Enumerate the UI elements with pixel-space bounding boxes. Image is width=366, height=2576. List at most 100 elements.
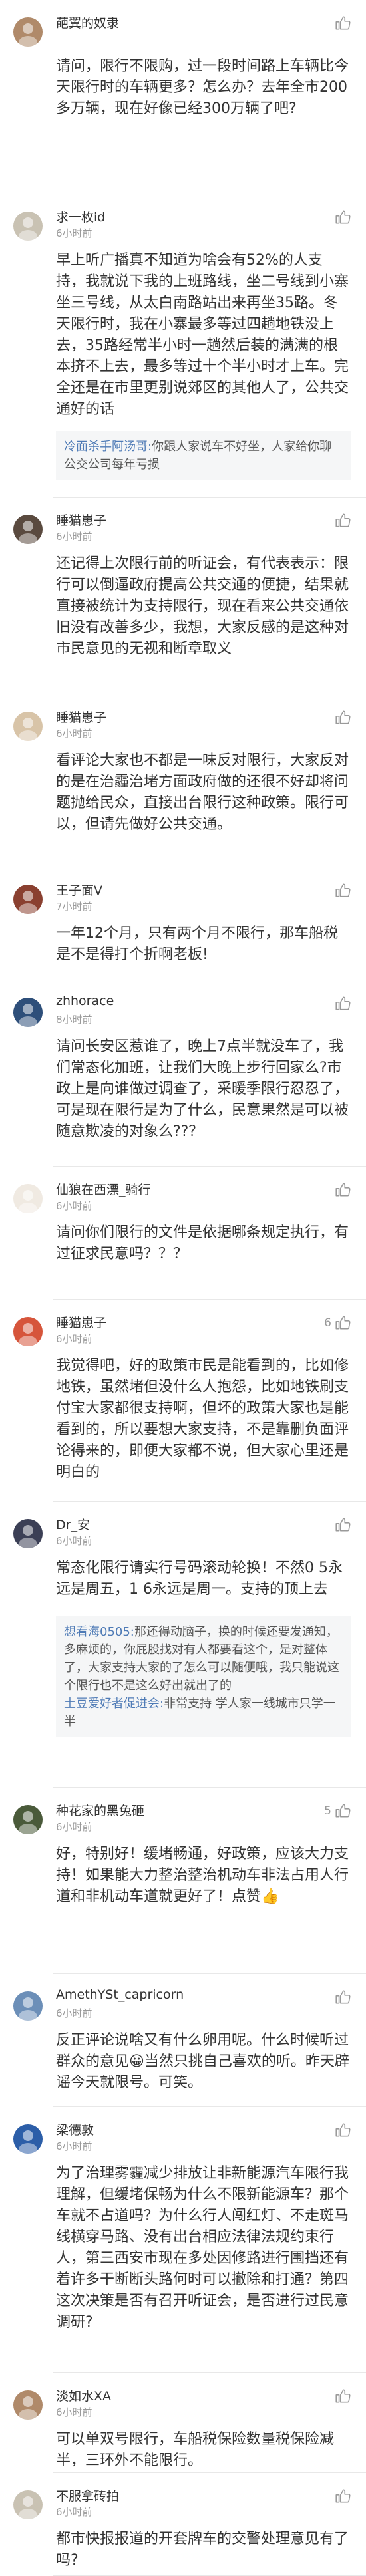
- like-button[interactable]: [331, 15, 351, 32]
- comment-item: 睡猫崽子 6小时前 看评论大家也不都是一味反对限行，大家反对的是在治霾治堵方面政府做…: [0, 694, 366, 867]
- comment-username[interactable]: AmethYSt_capricorn: [56, 1987, 184, 2002]
- avatar[interactable]: [13, 1805, 43, 1834]
- like-button[interactable]: [331, 2488, 351, 2505]
- comment-username[interactable]: Dr_安: [56, 1515, 90, 1533]
- avatar[interactable]: [13, 885, 43, 914]
- reply-box[interactable]: 冷面杀手阿汤哥:你跟人家说车不好坐，人家给你聊公交公司每年亏损: [56, 431, 351, 480]
- thumbs-up-icon: [334, 1802, 351, 1820]
- comment-item: 睡猫崽子 6小时前 还记得上次限行前的听证会，有代表表示：限行可以倒逼政府提高公共交…: [0, 498, 366, 694]
- avatar[interactable]: [13, 2390, 43, 2420]
- comment-username[interactable]: 不服拿砖拍: [56, 2486, 119, 2504]
- comment-time: 7小时前: [56, 901, 92, 913]
- comment-text: 一年12个月，只有两个月不限行，那车船税是不是得打个折啊老板!: [56, 925, 338, 963]
- comment-item: 仙狼在西漂_骑行 6小时前请问你们限行的文件是依据哪条规定执行，有过征求民意吗？？…: [0, 1167, 366, 1300]
- comment-username[interactable]: 睡猫崽子: [56, 511, 106, 529]
- comment-time: 8小时前: [56, 1014, 92, 1026]
- comment-item: AmethYSt_capricorn 6小时前反正评论说啥又有什么卵用呢。什么时候…: [0, 1974, 366, 2107]
- avatar[interactable]: [13, 712, 43, 741]
- comment-text: 反正评论说啥又有什么卵用呢。什么时候听过群众的意见😀当然只挑自己喜欢的听。昨天辟…: [56, 2032, 349, 2091]
- comment-username[interactable]: zhhorace: [56, 994, 114, 1008]
- comment-time: 6小时前: [56, 2007, 92, 2019]
- comment-username[interactable]: 王子面V: [56, 881, 102, 899]
- comment-username[interactable]: 梁德敦: [56, 2120, 94, 2138]
- comment-item: 葩翼的奴隶请问，限行不限购，过一段时间路上车辆比今天限行时的车辆更多？怎么办？去…: [0, 0, 366, 194]
- comment-time: 6小时前: [56, 2406, 92, 2418]
- like-button[interactable]: [331, 2122, 351, 2139]
- comment-username[interactable]: 求一枚id: [56, 208, 105, 225]
- like-button[interactable]: [331, 709, 351, 726]
- comment-time: 6小时前: [56, 2140, 92, 2152]
- thumbs-up-icon: [334, 2388, 351, 2405]
- thumbs-up-icon: [334, 1516, 351, 1534]
- like-button[interactable]: [331, 995, 351, 1012]
- reply-username[interactable]: 冷面杀手阿汤哥:: [64, 440, 152, 454]
- comment-time: 6小时前: [56, 1200, 92, 1212]
- reply-item: 土豆爱好者促进会:非常支持 学人家一线城市只学一半: [64, 1695, 343, 1731]
- comment-username[interactable]: 睡猫崽子: [56, 1313, 106, 1331]
- comment-item: 王子面V 7小时前一年12个月，只有两个月不限行，那车船税是不是得打个折啊老板!: [0, 867, 366, 980]
- like-button[interactable]: [331, 882, 351, 899]
- like-button[interactable]: [331, 209, 351, 226]
- avatar[interactable]: [13, 1184, 43, 1213]
- comment-username[interactable]: 种花家的黑兔砸: [56, 1801, 144, 1819]
- comment-time: 6小时前: [56, 1535, 92, 1547]
- comment-text: 我觉得吧，好的政策市民是能看到的，比如修地铁，虽然堵但没什么人抱怨，比如地铁刷支…: [56, 1358, 349, 1481]
- comment-time: 6小时前: [56, 1333, 92, 1345]
- comment-text: 请问你们限行的文件是依据哪条规定执行，有过征求民意吗？？？: [56, 1224, 349, 1262]
- comment-item: 梁德敦 6小时前为了治理雾霾减少排放让非新能源汽车限行我理解，但缓堵保畅为什么不限…: [0, 2107, 366, 2373]
- avatar[interactable]: [13, 17, 43, 47]
- comment-time: 6小时前: [56, 2506, 92, 2518]
- thumbs-up-icon: [334, 15, 351, 32]
- comment-item: Dr_安 6小时前常态化限行请实行号码滚动轮换！不然0 5永远是周五，1 6永远是…: [0, 1502, 366, 1788]
- reply-username[interactable]: 想看海0505:: [64, 1625, 134, 1639]
- comment-username[interactable]: 葩翼的奴隶: [56, 13, 119, 31]
- avatar[interactable]: [13, 212, 43, 241]
- like-button[interactable]: 6: [324, 1314, 351, 1332]
- comment-text: 请问长安区惹谁了，晚上7点半就没车了，我们常态化加班，让我们大晚上步行回家么?市…: [56, 1038, 349, 1140]
- avatar[interactable]: [13, 2490, 43, 2519]
- like-button[interactable]: [331, 512, 351, 529]
- thumbs-up-icon: [334, 1181, 351, 1199]
- like-count: 6: [324, 1316, 331, 1330]
- avatar[interactable]: [13, 1317, 43, 1346]
- comment-time: 6小时前: [56, 1821, 92, 1833]
- avatar[interactable]: [13, 2124, 43, 2154]
- like-button[interactable]: [331, 2388, 351, 2405]
- thumbs-up-icon: [334, 2122, 351, 2139]
- comment-text: 还记得上次限行前的听证会，有代表表示：限行可以倒逼政府提高公共交通的便捷，结果就…: [56, 555, 349, 657]
- avatar[interactable]: [13, 1991, 43, 2021]
- thumbs-up-icon: [334, 2488, 351, 2505]
- thumbs-up-icon: [334, 882, 351, 899]
- comment-item: 种花家的黑兔砸 6小时前 5 好，特别好！缓堵畅通，好政策，应该大力支持！如果能大力整…: [0, 1788, 366, 1974]
- like-button[interactable]: 5: [324, 1802, 351, 1820]
- comment-username[interactable]: 淡如水XA: [56, 2386, 111, 2404]
- comment-text: 看评论大家也不都是一味反对限行，大家反对的是在治霾治堵方面政府做的还很不好却将问…: [56, 752, 349, 833]
- comment-text: 早上听广播真不知道为啥会有52%的人支持，我就说下我的上班路线，坐二号线到小寨坐…: [56, 252, 349, 418]
- comment-text: 好，特别好！缓堵畅通，好政策，应该大力支持！如果能大力整治整治机动车非法占用人行…: [56, 1846, 349, 1905]
- comment-text: 都市快报报道的开套牌车的交警处理意见有了吗?: [56, 2531, 349, 2569]
- comment-text: 请问，限行不限购，过一段时间路上车辆比今天限行时的车辆更多？怎么办？去年全市20…: [56, 58, 349, 117]
- reply-item: 想看海0505:那还得动脑子，换的时候还要发通知，多麻烦的，你屁股找对有人都要看…: [64, 1623, 343, 1695]
- comment-username[interactable]: 睡猫崽子: [56, 708, 106, 726]
- avatar[interactable]: [13, 1519, 43, 1548]
- comment-text: 为了治理雾霾减少排放让非新能源汽车限行我理解，但缓堵保畅为什么不限新能源车？那个…: [56, 2165, 349, 2331]
- reply-box[interactable]: 想看海0505:那还得动脑子，换的时候还要发通知，多麻烦的，你屁股找对有人都要看…: [56, 1616, 351, 1737]
- thumbs-up-icon: [334, 1989, 351, 2006]
- like-button[interactable]: [331, 1181, 351, 1199]
- comment-text: 常态化限行请实行号码滚动轮换！不然0 5永远是周五，1 6永远是周一。支持的顶上…: [56, 1560, 343, 1598]
- comment-text: 可以单双号限行，车船税保险数量税保险减半，三环外不能限行。: [56, 2431, 335, 2469]
- thumbs-up-icon: [334, 512, 351, 529]
- comment-item: 不服拿砖拍 6小时前都市快报报道的开套牌车的交警处理意见有了吗?: [0, 2473, 366, 2576]
- avatar[interactable]: [13, 998, 43, 1027]
- reply-username[interactable]: 土豆爱好者促进会:: [64, 1697, 164, 1711]
- comment-item: 求一枚id 6小时前早上听广播真不知道为啥会有52%的人支持，我就说下我的上班路线…: [0, 194, 366, 498]
- comment-item: 睡猫崽子 6小时前 6 我觉得吧，好的政策市民是能看到的，比如修地铁，虽然堵但没什么人…: [0, 1300, 366, 1502]
- like-button[interactable]: [331, 1516, 351, 1534]
- comment-time: 6小时前: [56, 227, 92, 239]
- avatar[interactable]: [13, 515, 43, 544]
- like-count: 5: [324, 1804, 331, 1818]
- comment-item: 淡如水XA 6小时前可以单双号限行，车船税保险数量税保险减半，三环外不能限行。: [0, 2373, 366, 2473]
- like-button[interactable]: [331, 1989, 351, 2006]
- thumbs-up-icon: [334, 995, 351, 1012]
- comment-username[interactable]: 仙狼在西漂_骑行: [56, 1180, 151, 1198]
